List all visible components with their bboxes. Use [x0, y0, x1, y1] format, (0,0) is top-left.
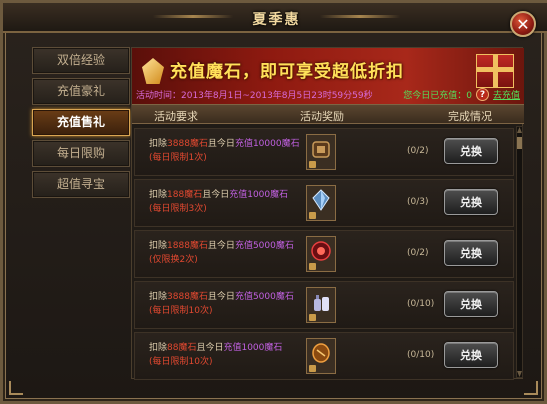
- sidebar-item-double-exp[interactable]: 双倍经验: [32, 47, 130, 74]
- reward-list: 扣除3888魔石且今日充值10000魔石 (每日限制1次) (0/2) 兑换 扣…: [132, 125, 515, 380]
- table-row: 扣除188魔石且今日充值1000魔石 (每日限制3次) (0/3) 兑换: [134, 179, 514, 227]
- lock-icon: [309, 365, 316, 372]
- exchange-button[interactable]: 兑换: [444, 291, 498, 317]
- scroll-up-icon[interactable]: [517, 127, 522, 133]
- req-amount: 88魔石: [167, 343, 197, 353]
- sidebar-item-recharge-sale[interactable]: 充值售礼: [32, 109, 130, 136]
- exchange-button[interactable]: 兑换: [444, 138, 498, 164]
- table-row: 扣除1888魔石且今日充值5000魔石 (仅限换2次) (0/2) 兑换: [134, 230, 514, 278]
- table-row: 扣除88魔石且今日充值1000魔石 (每日限制10次) (0/10) 兑换: [134, 332, 514, 380]
- completion-count: (0/2): [407, 248, 429, 258]
- req-limit: (每日限制1次): [149, 153, 207, 163]
- today-recharge-text: 您今日已充值：0: [403, 91, 472, 101]
- req-mid: 且今日: [196, 343, 224, 353]
- lock-icon: [309, 263, 316, 270]
- req-mid: 且今日: [202, 190, 230, 200]
- req-mid: 且今日: [207, 292, 235, 302]
- crystal-icon: [312, 189, 330, 211]
- reward-slot[interactable]: [306, 185, 336, 221]
- req-limit: (仅限换2次): [149, 255, 198, 265]
- help-icon[interactable]: ?: [475, 88, 489, 101]
- exchange-button[interactable]: 兑换: [444, 240, 498, 266]
- req-amount: 3888魔石: [167, 292, 208, 302]
- req-recharge: 充值5000魔石: [234, 292, 294, 302]
- table-row: 扣除3888魔石且今日充值10000魔石 (每日限制1次) (0/2) 兑换: [134, 128, 514, 176]
- lock-icon: [309, 161, 316, 168]
- req-prefix: 扣除: [149, 190, 168, 200]
- close-icon: ✕: [516, 14, 530, 34]
- lock-icon: [309, 212, 316, 219]
- req-mid: 且今日: [207, 139, 235, 149]
- sidebar-item-treasure-hunt[interactable]: 超值寻宝: [32, 171, 130, 198]
- content-panel: 充值魔石，即可享受超低折扣 活动时间：2013年8月1日~2013年8月5日23…: [131, 47, 524, 380]
- reward-slot[interactable]: [306, 134, 336, 170]
- armor-icon: [312, 141, 330, 158]
- req-recharge: 充值1000魔石: [229, 190, 289, 200]
- req-amount: 188魔石: [167, 190, 203, 200]
- req-amount: 3888魔石: [167, 139, 208, 149]
- req-prefix: 扣除: [149, 292, 168, 302]
- reward-slot[interactable]: [306, 287, 336, 323]
- table-row: 扣除3888魔石且今日充值5000魔石 (每日限制10次) (0/10) 兑换: [134, 281, 514, 329]
- corner-ornament-left: [9, 381, 23, 395]
- req-amount: 1888魔石: [167, 241, 208, 251]
- requirement-text: 扣除188魔石且今日充值1000魔石 (每日限制3次): [149, 188, 288, 216]
- req-limit: (每日限制10次): [149, 306, 213, 316]
- banner-headline: 充值魔石，即可享受超低折扣: [170, 62, 404, 82]
- header-reward: 活动奖励: [300, 110, 344, 123]
- title-ornament-right: [320, 15, 400, 18]
- stone-icon: [312, 343, 330, 363]
- completion-count: (0/10): [407, 299, 435, 309]
- sidebar: 双倍经验 充值豪礼 充值售礼 每日限购 超值寻宝: [32, 47, 130, 202]
- completion-count: (0/2): [407, 146, 429, 156]
- close-button[interactable]: ✕: [510, 11, 536, 37]
- req-prefix: 扣除: [149, 343, 168, 353]
- req-recharge: 充值10000魔石: [234, 139, 300, 149]
- scrollbar[interactable]: [516, 126, 523, 378]
- completion-count: (0/3): [407, 197, 429, 207]
- scroll-thumb[interactable]: [517, 137, 522, 149]
- window-title: 夏季惠: [252, 12, 301, 28]
- req-mid: 且今日: [207, 241, 235, 251]
- requirement-text: 扣除3888魔石且今日充值5000魔石 (每日限制10次): [149, 290, 294, 318]
- gem-icon: [142, 58, 164, 84]
- completion-count: (0/10): [407, 350, 435, 360]
- event-banner: 充值魔石，即可享受超低折扣 活动时间：2013年8月1日~2013年8月5日23…: [132, 48, 524, 104]
- summer-event-window: 夏季惠 ✕ 双倍经验 充值豪礼 充值售礼 每日限购 超值寻宝 充值魔石，即可享受…: [0, 0, 547, 404]
- reward-slot[interactable]: [306, 338, 336, 374]
- req-prefix: 扣除: [149, 139, 168, 149]
- exchange-button[interactable]: 兑换: [444, 342, 498, 368]
- reward-slot[interactable]: [306, 236, 336, 272]
- corner-ornament-right: [524, 381, 538, 395]
- orb-icon: [311, 241, 331, 261]
- activity-time: 活动时间：2013年8月1日~2013年8月5日23时59分59秒: [136, 88, 373, 101]
- table-header: 活动要求 活动奖励 完成情况: [132, 104, 524, 124]
- recharge-status: 您今日已充值：0 ? 去充值: [403, 88, 520, 101]
- header-requirement: 活动要求: [154, 110, 198, 123]
- title-bar: 夏季惠: [3, 3, 547, 33]
- header-status: 完成情况: [448, 110, 492, 123]
- sidebar-item-recharge-gift[interactable]: 充值豪礼: [32, 78, 130, 105]
- req-limit: (每日限制10次): [149, 357, 213, 367]
- req-prefix: 扣除: [149, 241, 168, 251]
- scroll-down-icon[interactable]: [517, 371, 522, 377]
- req-recharge: 充值5000魔石: [234, 241, 294, 251]
- req-recharge: 充值1000魔石: [223, 343, 283, 353]
- bottle-icon: [314, 295, 329, 311]
- req-limit: (每日限制3次): [149, 204, 207, 214]
- lock-icon: [309, 314, 316, 321]
- requirement-text: 扣除1888魔石且今日充值5000魔石 (仅限换2次): [149, 239, 294, 267]
- sidebar-item-daily-limit[interactable]: 每日限购: [32, 140, 130, 167]
- activity-time-text: 活动时间：2013年8月1日~2013年8月5日23时59分59秒: [136, 91, 373, 101]
- gift-box-icon: [476, 54, 514, 88]
- go-recharge-link[interactable]: 去充值: [493, 88, 520, 101]
- exchange-button[interactable]: 兑换: [444, 189, 498, 215]
- requirement-text: 扣除88魔石且今日充值1000魔石 (每日限制10次): [149, 341, 282, 369]
- requirement-text: 扣除3888魔石且今日充值10000魔石 (每日限制1次): [149, 137, 300, 165]
